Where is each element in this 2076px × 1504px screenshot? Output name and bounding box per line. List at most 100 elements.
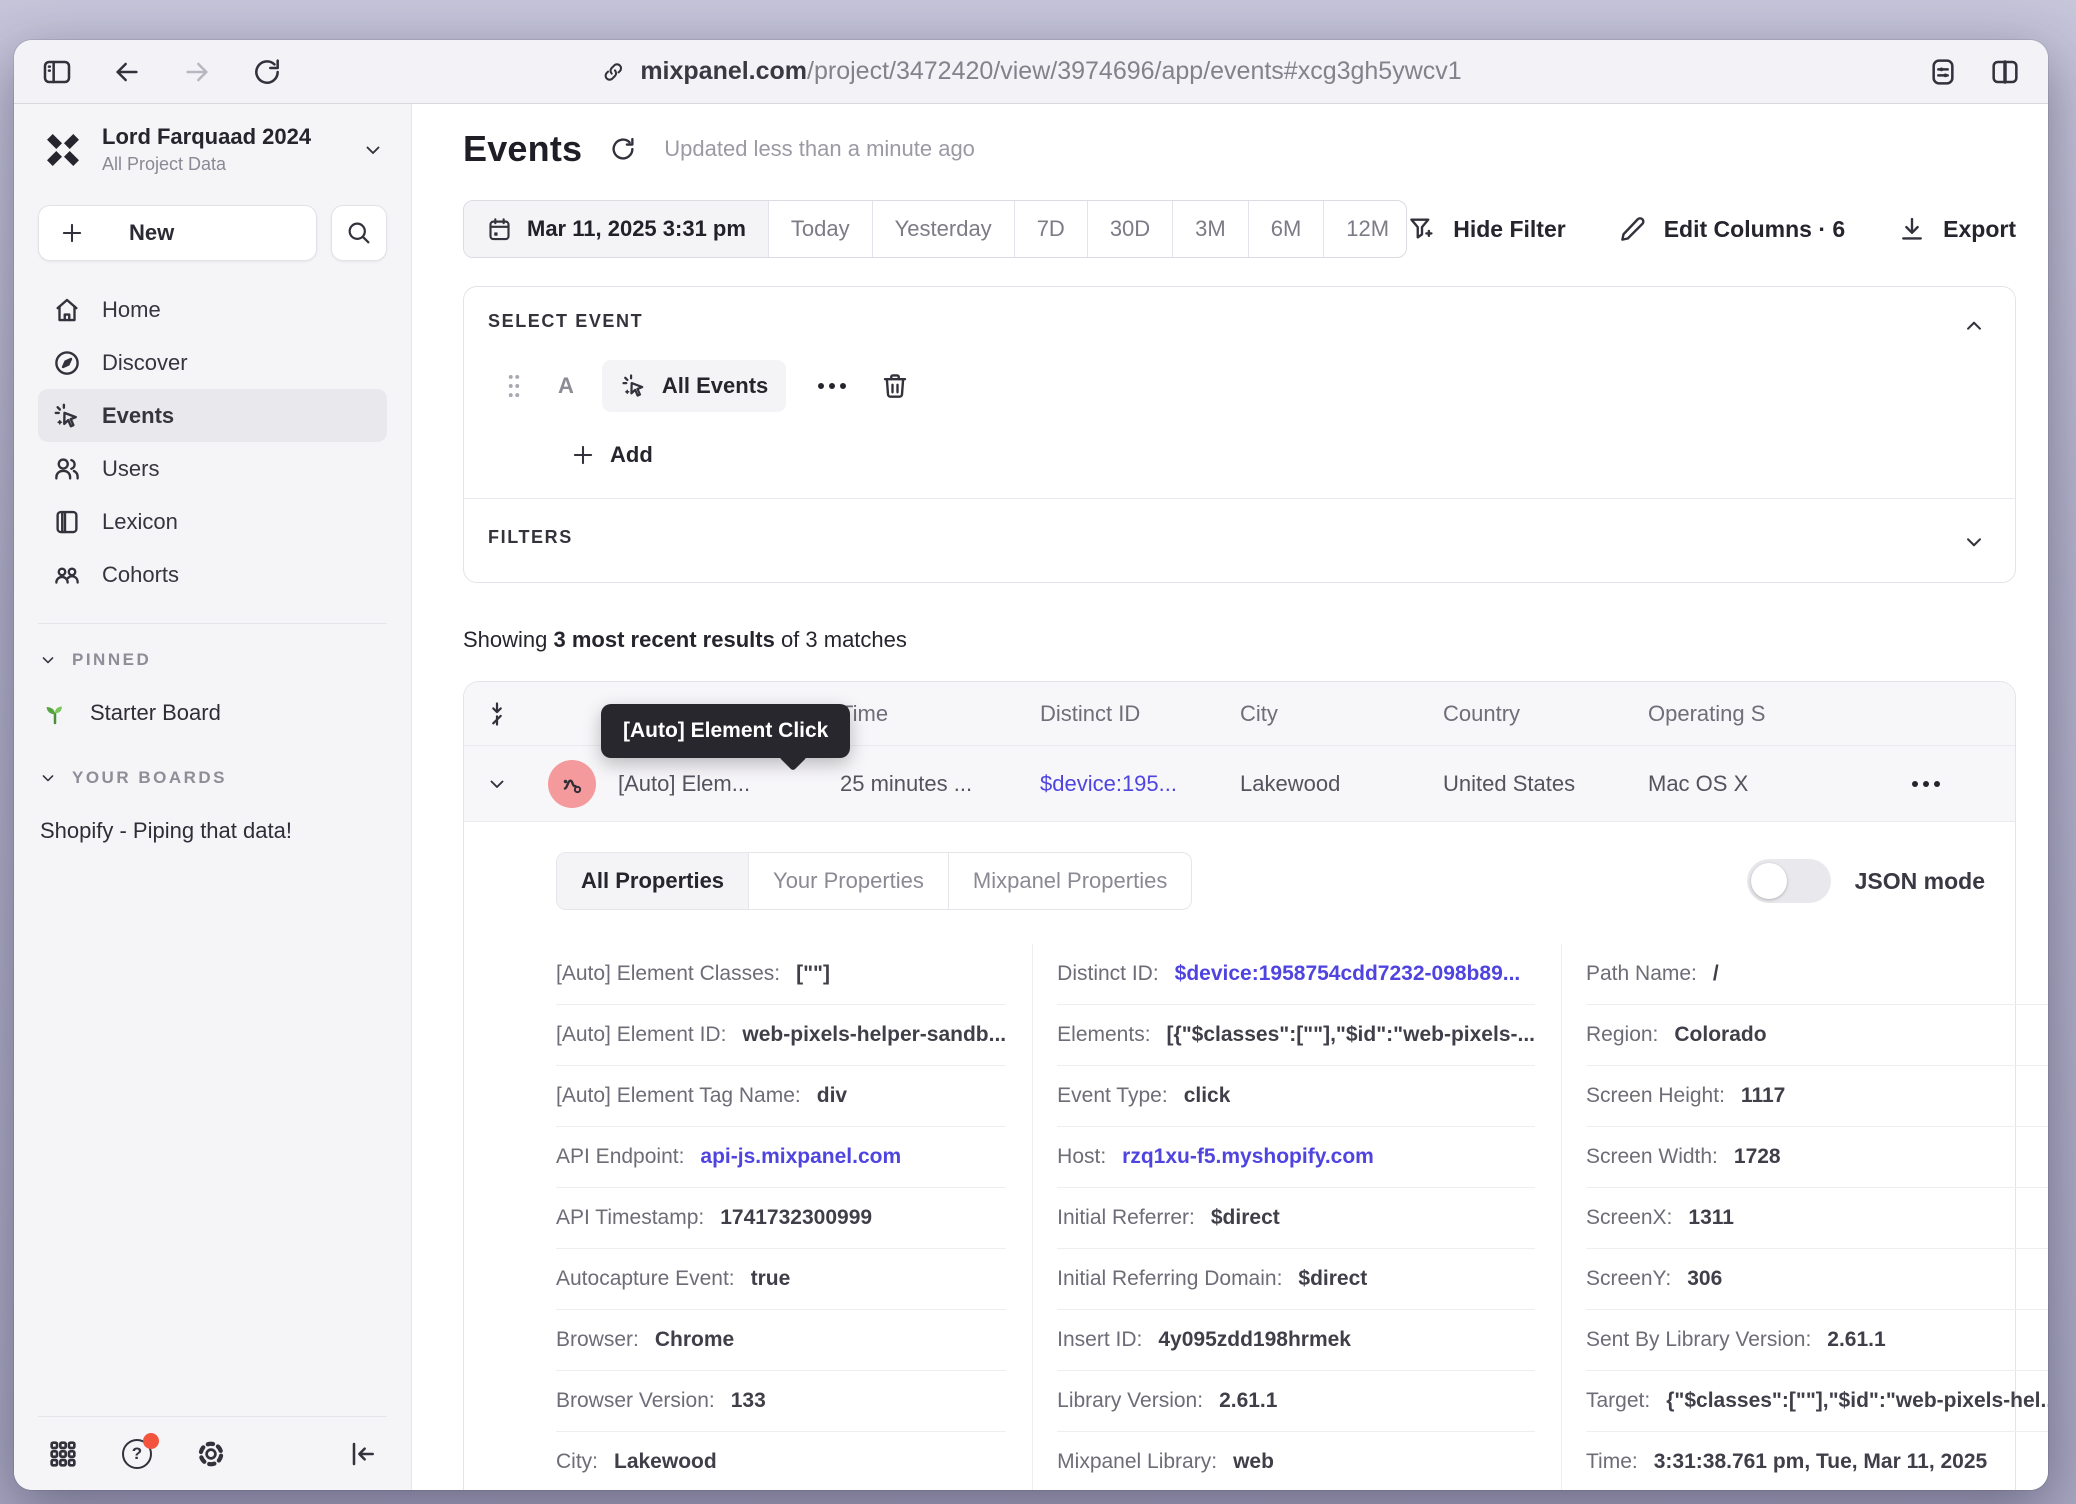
split-view-icon[interactable] [1988,55,2022,89]
sidebar-item-lexicon[interactable]: Lexicon [38,495,387,548]
sidebar-item-users[interactable]: Users [38,442,387,495]
reload-icon[interactable] [250,55,284,89]
sidebar-item-label: Users [102,456,159,482]
json-mode-toggle[interactable] [1747,859,1831,903]
property-value: api-js.mixpanel.com [700,1145,901,1169]
property-label: Initial Referrer: [1057,1206,1195,1230]
property-label: Screen Height: [1586,1084,1725,1108]
trash-icon[interactable] [880,371,910,401]
property-label: Time: [1586,1450,1638,1474]
results-summary: Showing 3 most recent results of 3 match… [463,627,2016,653]
collapse-rows-icon[interactable] [464,700,530,728]
table-header-time[interactable]: Time [840,701,1040,727]
cell-distinct-id[interactable]: $device:195... [1040,771,1240,797]
page-settings-icon[interactable] [1926,55,1960,89]
property-value: 1311 [1688,1206,1734,1230]
property-label: Distinct ID: [1057,962,1159,986]
query-builder-card: SELECT EVENT A All Events [463,286,2016,583]
events-table: [Auto] Element Click Time Distinct ID Ci… [463,681,2016,1490]
url-text: mixpanel.com/project/3472420/view/397469… [640,57,1461,86]
pencil-icon [1618,214,1648,244]
sidebar-nav: Home Discover Events Users Lexicon [38,283,387,601]
back-icon[interactable] [110,55,144,89]
tab-all-properties[interactable]: All Properties [557,853,749,909]
property-row: [Auto] Element ID: web-pixels-helper-san… [556,1005,1006,1066]
table-header-city[interactable]: City [1240,701,1443,727]
pinned-header[interactable]: PINNED [38,650,387,670]
event-details-panel: All Properties Your Properties Mixpanel … [464,822,2015,1490]
chevron-down-icon[interactable] [1961,529,1987,555]
gear-icon[interactable] [194,1437,228,1471]
tab-mixpanel-properties[interactable]: Mixpanel Properties [949,853,1191,909]
add-event-button[interactable]: Add [488,442,1991,468]
sidebar-item-shopify-board[interactable]: Shopify - Piping that data! [38,818,387,844]
export-button[interactable]: Export [1897,214,2016,244]
date-preset[interactable]: 12M [1324,201,1407,257]
sidebar-item-discover[interactable]: Discover [38,336,387,389]
forward-icon[interactable] [180,55,214,89]
sidebar-item-label: Lexicon [102,509,178,535]
property-row: Insert ID: 4y095zdd198hrmek [1057,1310,1535,1371]
date-preset[interactable]: 7D [1015,201,1088,257]
sidebar-item-starter-board[interactable]: Starter Board [38,698,387,728]
chevron-up-icon[interactable] [1961,313,1987,339]
date-range-value: Mar 11, 2025 3:31 pm [527,216,746,242]
property-label: Elements: [1057,1023,1150,1047]
table-header-country[interactable]: Country [1443,701,1648,727]
property-row: Distinct ID: $device:1958754cdd7232-098b… [1057,944,1535,1005]
sidebar-toggle-icon[interactable] [40,55,74,89]
hide-filter-button[interactable]: Hide Filter [1407,214,1565,244]
chevron-down-icon [361,138,385,162]
new-button-label: New [129,220,174,246]
table-header-os[interactable]: Operating S [1648,701,1878,727]
seedling-icon [40,698,70,728]
apps-grid-icon[interactable] [46,1437,80,1471]
event-more-icon[interactable] [818,383,846,389]
url-host: mixpanel.com [640,57,807,85]
search-icon [345,219,373,247]
row-more-icon[interactable] [1912,781,1940,787]
new-button[interactable]: New [38,205,317,261]
property-label: Screen Width: [1586,1145,1718,1169]
sidebar-item-cohorts[interactable]: Cohorts [38,548,387,601]
sidebar-item-events[interactable]: Events [38,389,387,442]
date-preset[interactable]: 6M [1249,201,1325,257]
tab-your-properties[interactable]: Your Properties [749,853,949,909]
property-label: Mixpanel Library: [1057,1450,1217,1474]
row-expander-icon[interactable] [464,772,530,796]
property-label: [Auto] Element Classes: [556,962,780,986]
edit-columns-button[interactable]: Edit Columns · 6 [1618,214,1845,244]
date-picker[interactable]: Mar 11, 2025 3:31 pm [464,201,769,257]
date-preset[interactable]: Today [769,201,873,257]
address-bar[interactable]: mixpanel.com/project/3472420/view/397469… [600,40,1461,103]
table-header-distinct-id[interactable]: Distinct ID [1040,701,1240,727]
project-selector[interactable]: Lord Farquaad 2024 All Project Data [38,118,387,181]
property-value: div [817,1084,847,1108]
updated-text: Updated less than a minute ago [664,136,975,162]
property-row: Initial Referrer: $direct [1057,1188,1535,1249]
search-button[interactable] [331,205,387,261]
your-boards-header[interactable]: YOUR BOARDS [38,768,387,788]
property-row: ScreenX: 1311 [1586,1188,2048,1249]
refresh-icon[interactable] [608,134,638,164]
sidebar-item-home[interactable]: Home [38,283,387,336]
event-chip[interactable]: All Events [602,360,786,412]
property-label: Event Type: [1057,1084,1168,1108]
select-event-header: SELECT EVENT [488,311,1991,332]
date-preset[interactable]: 3M [1173,201,1249,257]
property-value: 133 [731,1389,766,1413]
event-tooltip: [Auto] Element Click [601,704,850,758]
drag-handle-icon[interactable] [506,373,522,399]
sidebar-item-label: Cohorts [102,562,179,588]
autocapture-event-icon [548,760,596,808]
date-preset[interactable]: Yesterday [873,201,1015,257]
date-preset[interactable]: 30D [1088,201,1173,257]
property-row: Library Version: 2.61.1 [1057,1371,1535,1432]
event-row-letter: A [558,373,574,399]
sidebar-footer [38,1416,387,1490]
your-boards-section: YOUR BOARDS Shopify - Piping that data! [38,768,387,844]
help-icon[interactable] [120,1437,154,1471]
collapse-sidebar-icon[interactable] [345,1437,379,1471]
cursor-spark-icon [620,372,648,400]
property-label: Browser: [556,1328,639,1352]
